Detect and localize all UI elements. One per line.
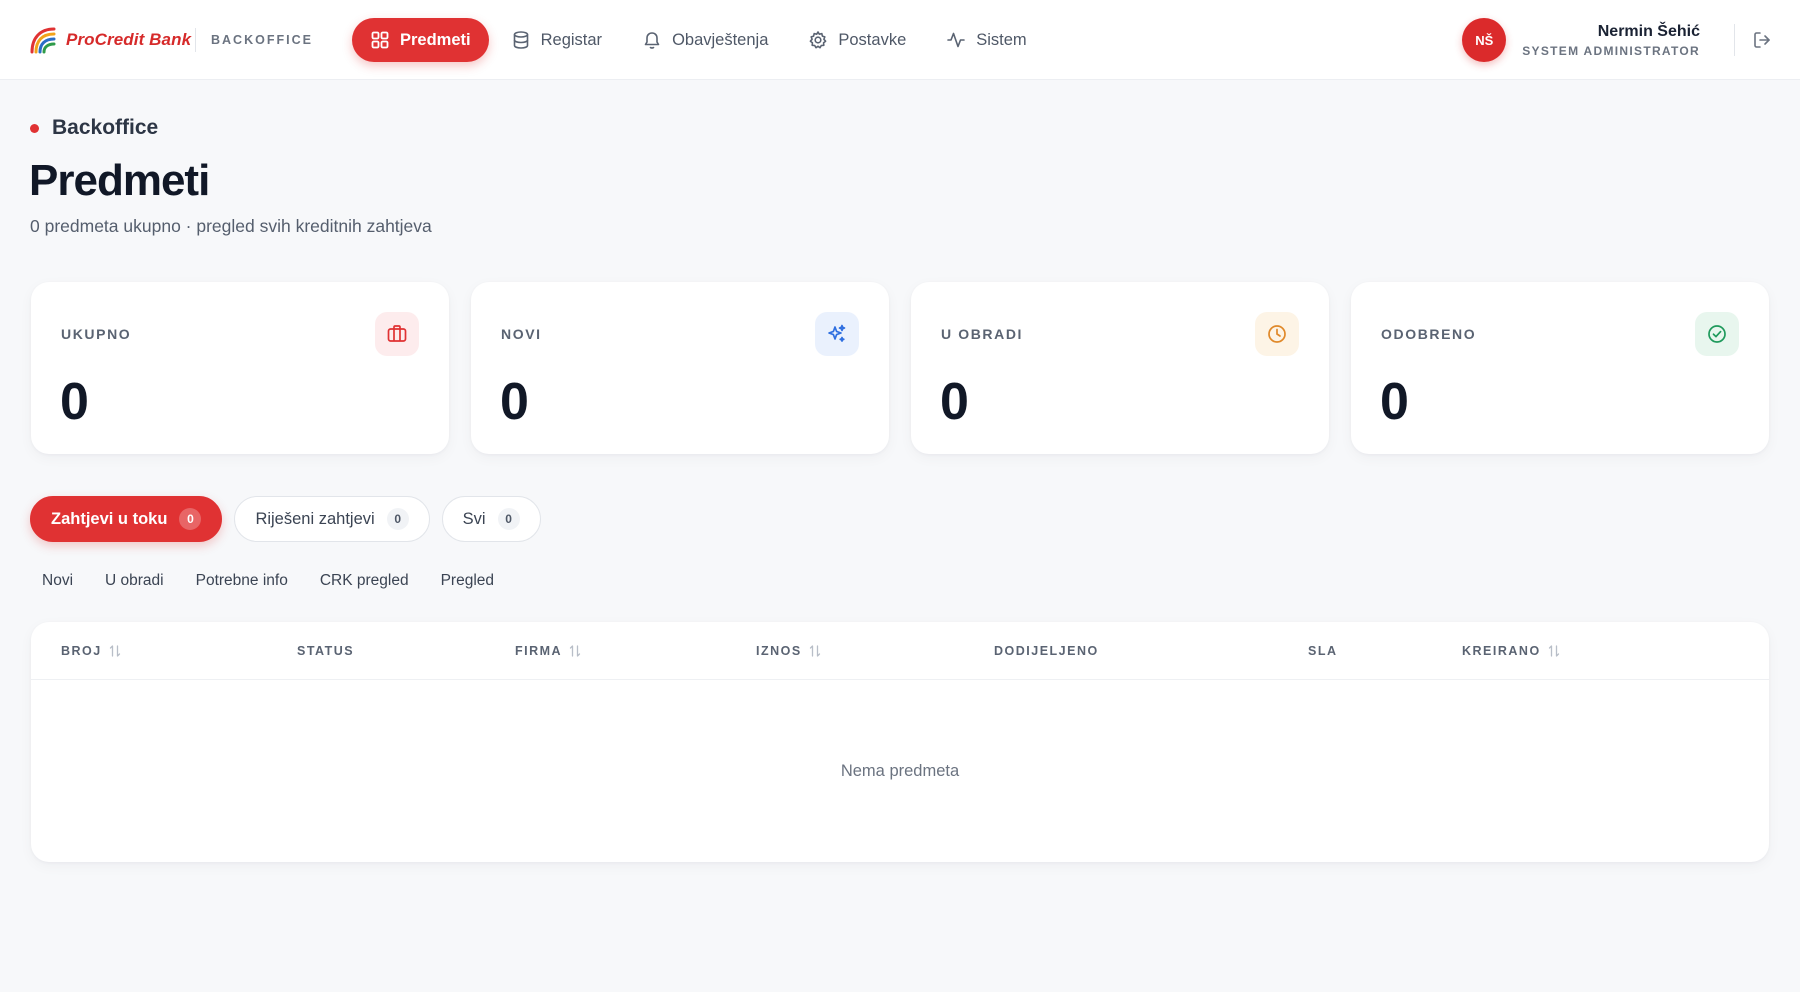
- sort-icon: [809, 644, 821, 658]
- database-icon: [511, 30, 531, 50]
- stat-card-novi: NOVI 0: [471, 282, 889, 454]
- nav-label: Registar: [540, 30, 603, 49]
- request-tabs: Zahtjevi u toku 0 Riješeni zahtjevi 0 Sv…: [30, 496, 553, 542]
- briefcase-icon: [375, 312, 419, 356]
- nav-item-registar[interactable]: Registar: [493, 18, 620, 62]
- logout-icon[interactable]: [1752, 30, 1772, 50]
- top-navigation-bar: ProCredit Bank BACKOFFICE Predmeti Regis…: [0, 0, 1800, 80]
- stat-label: ODOBRENO: [1381, 326, 1477, 342]
- stat-label: UKUPNO: [61, 326, 132, 342]
- column-label: STATUS: [297, 644, 355, 658]
- page-subtitle: 0 predmeta ukupno · pregled svih kreditn…: [30, 216, 432, 236]
- stat-value: 0: [500, 373, 529, 431]
- page-title: Predmeti: [29, 156, 210, 205]
- sparkles-icon: [815, 312, 859, 356]
- column-label: SLA: [1308, 644, 1338, 658]
- tab-svi[interactable]: Svi 0: [441, 496, 541, 542]
- column-header-firma[interactable]: FIRMA: [515, 644, 581, 658]
- clock-icon: [1255, 312, 1299, 356]
- tab-label: Riješeni zahtjevi: [255, 509, 375, 528]
- column-label: BROJ: [61, 644, 102, 658]
- user-name: Nermin Šehić: [1597, 22, 1700, 40]
- stat-value: 0: [60, 373, 89, 431]
- check-circle-icon: [1695, 312, 1739, 356]
- avatar[interactable]: NŠ: [1462, 18, 1507, 62]
- column-label: DODIJELJENO: [994, 644, 1099, 658]
- column-header-kreirano[interactable]: KREIRANO: [1462, 644, 1560, 658]
- stats-cards: UKUPNO 0 NOVI 0 U OBRADI 0 ODOBRENO 0: [31, 282, 1769, 454]
- filter-potrebne-info[interactable]: Potrebne info: [184, 566, 300, 596]
- filter-novi[interactable]: Novi: [30, 566, 85, 596]
- brand-logo[interactable]: ProCredit Bank: [28, 24, 191, 56]
- nav-label: Sistem: [976, 30, 1027, 49]
- sort-icon: [569, 644, 581, 658]
- tab-count-badge: 0: [179, 508, 202, 530]
- column-header-sla: SLA: [1308, 644, 1338, 658]
- nav-item-obavjestenja[interactable]: Obavještenja: [624, 18, 786, 62]
- main-nav: Predmeti Registar Obavještenja Postavke …: [352, 18, 1049, 62]
- tab-zahtjevi-u-toku[interactable]: Zahtjevi u toku 0: [30, 496, 223, 542]
- stat-card-ukupno: UKUPNO 0: [31, 282, 449, 454]
- cases-table: BROJ STATUS FIRMA IZNOS DODIJELJENO SLA: [31, 622, 1769, 862]
- sort-icon: [109, 644, 121, 658]
- brand-name: ProCredit Bank: [66, 30, 192, 49]
- nav-item-sistem[interactable]: Sistem: [928, 18, 1044, 62]
- user-role: SYSTEM ADMINISTRATOR: [1522, 43, 1700, 58]
- tab-label: Svi: [462, 509, 486, 528]
- stat-card-odobreno: ODOBRENO 0: [1351, 282, 1769, 454]
- nav-label: Predmeti: [400, 30, 471, 49]
- filter-u-obradi[interactable]: U obradi: [93, 566, 176, 596]
- user-divider: [1734, 24, 1735, 56]
- column-label: FIRMA: [515, 644, 563, 658]
- brand-divider: [195, 28, 196, 52]
- tab-label: Zahtjevi u toku: [51, 509, 168, 528]
- breadcrumb-dot: [30, 123, 39, 133]
- bell-icon: [642, 30, 662, 50]
- nav-item-postavke[interactable]: Postavke: [790, 18, 924, 62]
- user-profile[interactable]: NŠ Nermin Šehić SYSTEM ADMINISTRATOR: [1462, 18, 1700, 62]
- procredit-logo-icon: [30, 27, 56, 54]
- nav-label: Obavještenja: [672, 30, 769, 49]
- filter-crk-pregled[interactable]: CRK pregled: [308, 566, 421, 596]
- column-header-iznos[interactable]: IZNOS: [756, 644, 821, 658]
- column-label: IZNOS: [756, 644, 802, 658]
- stat-value: 0: [1380, 373, 1409, 431]
- user-info: Nermin Šehić SYSTEM ADMINISTRATOR: [1522, 23, 1700, 58]
- tab-count-badge: 0: [497, 508, 520, 530]
- breadcrumb-label: Backoffice: [52, 116, 159, 139]
- grid-icon: [370, 30, 390, 50]
- stat-label: NOVI: [501, 326, 542, 342]
- filter-pregled[interactable]: Pregled: [429, 566, 506, 596]
- stat-card-u-obradi: U OBRADI 0: [911, 282, 1329, 454]
- gear-icon: [808, 30, 828, 50]
- tab-count-badge: 0: [386, 508, 409, 530]
- empty-state-message: Nema predmeta: [840, 762, 960, 780]
- nav-label: Postavke: [838, 30, 907, 49]
- stat-label: U OBRADI: [941, 326, 1024, 342]
- stat-value: 0: [940, 373, 969, 431]
- column-header-dodijeljeno: DODIJELJENO: [994, 644, 1099, 658]
- tab-rijeseni-zahtjevi[interactable]: Riješeni zahtjevi 0: [234, 496, 430, 542]
- brand-section: BACKOFFICE: [211, 33, 313, 47]
- column-header-status: STATUS: [297, 644, 354, 658]
- column-label: KREIRANO: [1462, 644, 1541, 658]
- activity-icon: [946, 30, 966, 50]
- status-filters: Novi U obradi Potrebne info CRK pregled …: [30, 566, 514, 596]
- column-header-broj[interactable]: BROJ: [61, 644, 121, 658]
- nav-item-predmeti[interactable]: Predmeti: [352, 18, 489, 62]
- table-header: BROJ STATUS FIRMA IZNOS DODIJELJENO SLA: [31, 622, 1769, 680]
- breadcrumb: Backoffice: [30, 116, 158, 140]
- sort-icon: [1548, 644, 1560, 658]
